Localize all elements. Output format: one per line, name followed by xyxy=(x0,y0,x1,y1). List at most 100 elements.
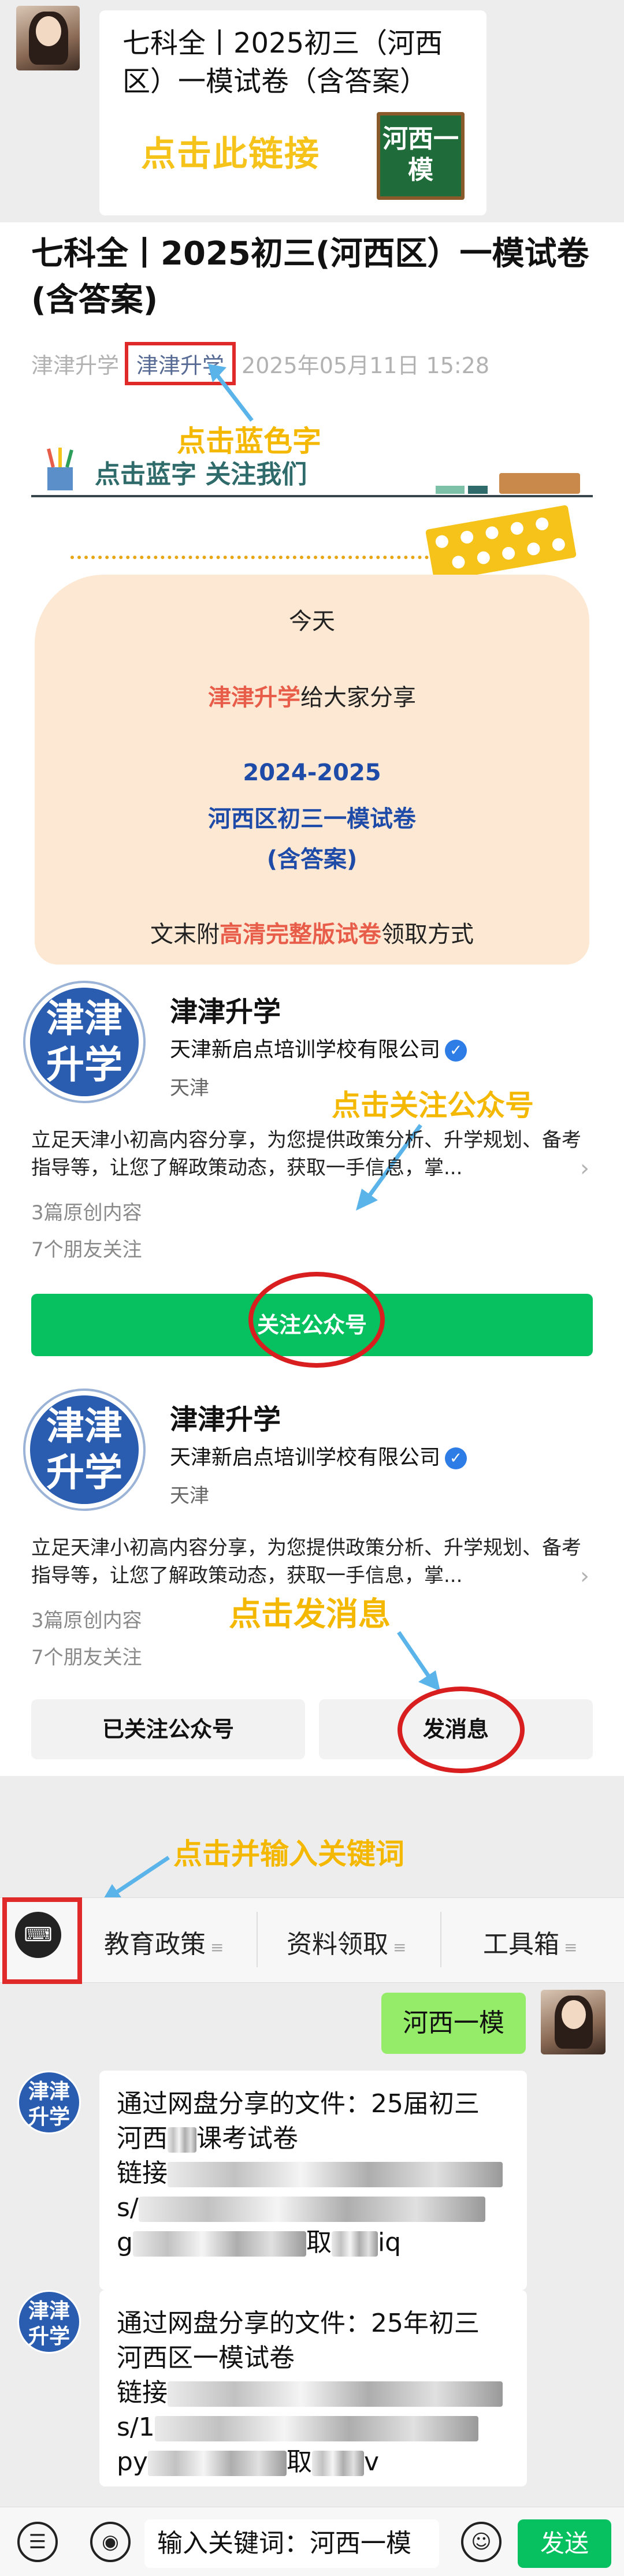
submenu-icon: ≡ xyxy=(393,1938,407,1957)
annotation-enter-keyword: 点击并输入关键词 xyxy=(173,1837,404,1871)
keyword-input[interactable]: 输入关键词：河西一模 xyxy=(144,2519,439,2568)
menu-item-materials[interactable]: 资料领取 ≡ xyxy=(287,1923,406,1960)
message-line: 河西 课考试卷 xyxy=(117,2121,510,2156)
message-line: g 取 iq xyxy=(117,2225,510,2260)
send-button[interactable]: 发送 xyxy=(518,2519,611,2568)
menu-divider xyxy=(257,1912,258,1967)
menu-list-icon[interactable]: ☰ xyxy=(17,2522,58,2562)
original-count: 3篇原创内容 xyxy=(31,1609,142,1632)
message-text: v xyxy=(363,2447,380,2477)
account-name[interactable]: 津津升学 xyxy=(170,989,281,1029)
account-logo[interactable]: 津津升学 xyxy=(23,981,146,1103)
decorative-tape xyxy=(425,504,577,583)
message-text: 链接 xyxy=(117,2378,168,2407)
menu-label: 教育政策 xyxy=(104,1930,206,1959)
redacted xyxy=(168,2127,196,2153)
message-text: 课考试卷 xyxy=(196,2124,298,2153)
message-text: 链接 xyxy=(117,2158,168,2188)
intro-share-rest: 给大家分享 xyxy=(300,684,416,711)
follow-banner: 点击蓝字 关注我们 xyxy=(31,442,593,505)
page: 七科全丨2025初三（河西区）一模试卷（含答案） 点击此链接 河西一模 七科全丨… xyxy=(0,0,624,2576)
voice-icon[interactable]: ◉ xyxy=(90,2522,131,2562)
intro-today: 今天 xyxy=(289,608,335,635)
bot-message[interactable]: 通过网盘分享的文件：25届初三 河西 课考试卷 链接 s/ g 取 iq xyxy=(99,2071,527,2290)
account-city: 天津 xyxy=(170,1077,209,1100)
account-name[interactable]: 津津升学 xyxy=(170,1397,281,1437)
message-line: py 取 v xyxy=(117,2445,510,2480)
account-logo[interactable]: 津津升学 xyxy=(23,1388,146,1511)
message-text: 取 xyxy=(306,2228,332,2257)
highlight-circle xyxy=(398,1687,525,1773)
verified-icon: ✓ xyxy=(445,1040,467,1062)
divider xyxy=(31,495,593,497)
intro-answers: (含答案) xyxy=(266,846,358,873)
pencil-cup-icon xyxy=(47,448,73,490)
redacted-link xyxy=(168,2162,503,2187)
redacted xyxy=(331,2231,378,2257)
redacted xyxy=(147,2451,287,2476)
submenu-icon: ≡ xyxy=(564,1938,578,1957)
intro-block: 今天 津津升学给大家分享 2024-2025 河西区初三一模试卷 (含答案) 文… xyxy=(35,575,589,965)
intro-exam: 河西区初三一模试卷 xyxy=(208,806,416,832)
link-card-thumbnail: 河西一模 xyxy=(377,112,465,200)
highlight-box xyxy=(2,1897,82,1984)
message-text: py xyxy=(117,2447,148,2477)
account-city: 天津 xyxy=(170,1484,209,1507)
book-icon xyxy=(436,473,580,494)
friends-count: 7个朋友关注 xyxy=(31,1646,142,1669)
account-description[interactable]: 立足天津小初高内容分享，为您提供政策分析、升学规划、备考指导等，让您了解政策动态… xyxy=(31,1534,586,1589)
message-text: s/ xyxy=(117,2193,139,2223)
user-avatar[interactable] xyxy=(541,1990,606,2054)
user-message-bubble[interactable]: 河西一模 xyxy=(381,1993,526,2054)
article-source: 津津升学 xyxy=(31,353,120,378)
chevron-right-icon[interactable]: › xyxy=(580,1155,589,1182)
foot-post: 领取方式 xyxy=(381,921,474,948)
emoji-icon[interactable]: ☺ xyxy=(461,2522,502,2562)
intro-share: 津津升学给大家分享 xyxy=(35,679,589,712)
foot-highlight: 高清完整版试卷 xyxy=(220,921,381,948)
bot-avatar[interactable]: 津津升学 xyxy=(17,2290,81,2354)
annotation-follow: 点击关注公众号 xyxy=(332,1089,534,1122)
bot-message[interactable]: 通过网盘分享的文件：25年初三 河西区一模试卷 链接 s/1 py 取 v xyxy=(99,2290,527,2486)
intro-footnote: 文末附高清完整版试卷领取方式 xyxy=(35,915,589,949)
menu-item-toolbox[interactable]: 工具箱 ≡ xyxy=(483,1923,577,1960)
chevron-right-icon[interactable]: › xyxy=(580,1563,589,1589)
thumbnail-text: 河西一模 xyxy=(382,124,459,185)
original-count: 3篇原创内容 xyxy=(31,1201,142,1224)
highlight-circle xyxy=(248,1272,385,1368)
foot-pre: 文末附 xyxy=(150,921,220,948)
arrow-icon xyxy=(208,364,254,422)
article-title: 七科全丨2025初三(河西区）一模试卷(含答案) xyxy=(31,235,589,319)
message-line: 通过网盘分享的文件：25届初三 xyxy=(117,2089,480,2119)
link-card-cta: 点击此链接 xyxy=(141,134,320,174)
menu-divider xyxy=(440,1912,441,1967)
submenu-icon: ≡ xyxy=(210,1938,224,1957)
shared-link-card[interactable]: 七科全丨2025初三（河西区）一模试卷（含答案） 点击此链接 河西一模 xyxy=(99,10,486,215)
message-line: s/1 xyxy=(117,2410,510,2445)
message-text: 河西 xyxy=(117,2124,168,2153)
redacted xyxy=(132,2231,306,2257)
message-line: 链接 xyxy=(117,2376,510,2410)
publish-time: 2025年05月11日 15:28 xyxy=(242,353,490,378)
dotted-divider xyxy=(70,556,429,561)
verified-icon: ✓ xyxy=(445,1447,467,1469)
menu-item-education-policy[interactable]: 教育政策 ≡ xyxy=(104,1923,224,1960)
message-line: 河西区一模试卷 xyxy=(117,2343,295,2373)
account-org: 天津新启点培训学校有限公司 ✓ xyxy=(170,1440,467,1471)
redacted-link xyxy=(168,2381,503,2407)
menu-label: 工具箱 xyxy=(483,1930,559,1959)
followed-button[interactable]: 已关注公众号 xyxy=(31,1699,305,1759)
redacted xyxy=(311,2451,364,2476)
message-line: s/ xyxy=(117,2191,510,2225)
account-org: 天津新启点培训学校有限公司 ✓ xyxy=(170,1033,467,1063)
bot-avatar[interactable]: 津津升学 xyxy=(17,2071,81,2134)
account-description[interactable]: 立足天津小初高内容分享，为您提供政策分析、升学规划、备考指导等，让您了解政策动态… xyxy=(31,1126,586,1182)
message-line: 通过网盘分享的文件：25年初三 xyxy=(117,2309,480,2338)
intro-year: 2024-2025 xyxy=(243,760,381,786)
sender-avatar[interactable] xyxy=(16,6,80,70)
account-logo-text: 津津升学 xyxy=(30,1395,139,1504)
message-text: g xyxy=(117,2228,133,2257)
menu-label: 资料领取 xyxy=(287,1930,388,1959)
message-text: iq xyxy=(377,2228,402,2257)
intro-share-name: 津津升学 xyxy=(208,684,300,711)
